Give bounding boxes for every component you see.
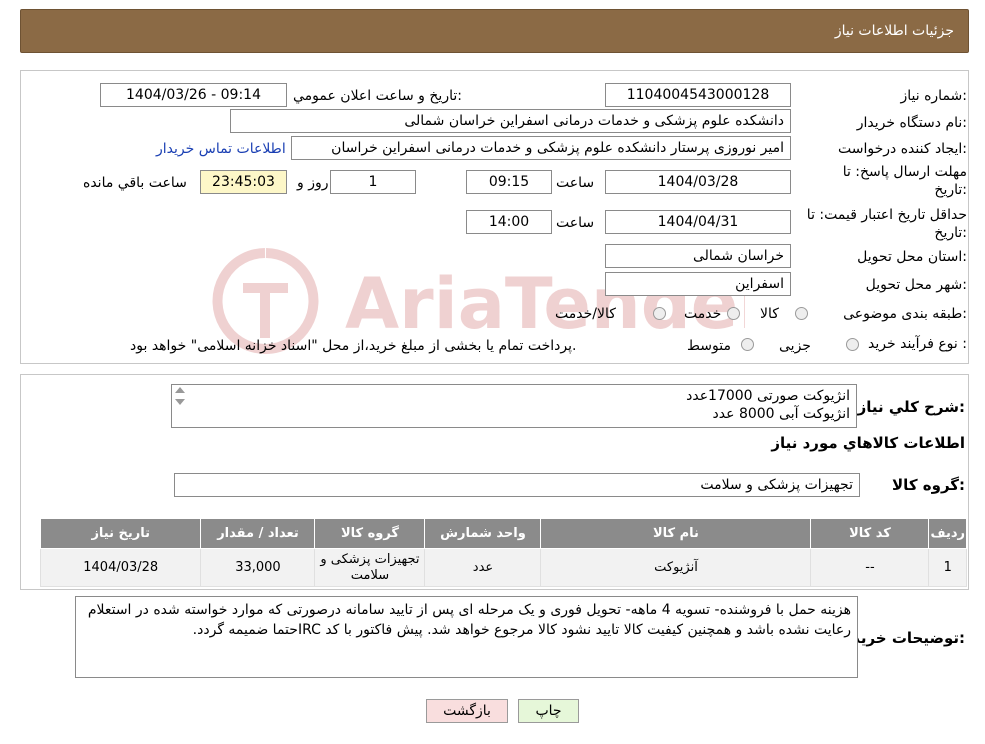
col-name: نام کالا: [540, 518, 812, 549]
category-option-both: کالا/خدمت: [555, 306, 616, 322]
col-date: تاریخ نیاز: [39, 518, 202, 549]
cell-row: 1: [928, 548, 967, 587]
buyer-notes-text: هزینه حمل با فروشنده- تسویه 4 ماهه- تحوی…: [87, 602, 851, 638]
city-field: اسفراین: [605, 272, 791, 296]
summary-scroll-down-icon[interactable]: [175, 399, 185, 405]
province-field: خراسان شمالی: [605, 244, 791, 268]
summary-line-1: انژیوکت صورتی 17000عدد: [686, 388, 850, 404]
deadline-time-field: 09:15: [466, 170, 552, 194]
goods-group-label: گروه کالا:: [892, 476, 965, 494]
col-code: کد کالا: [810, 518, 930, 549]
category-radio-service[interactable]: [727, 307, 740, 320]
process-label: نوع فرآیند خرید :: [868, 336, 967, 352]
summary-label: شرح کلي نیاز:: [857, 398, 965, 416]
cell-qty: 33,000: [200, 548, 316, 587]
deadline-label: مهلت ارسال پاسخ: تا تاریخ:: [842, 164, 967, 198]
page-header: جزئیات اطلاعات نیاز: [20, 9, 969, 53]
cell-unit: عدد: [424, 548, 542, 587]
category-option-service: خدمت: [684, 306, 722, 322]
creator-field: امیر نوروزی پرستار دانشکده علوم پزشکی و …: [291, 136, 791, 160]
announce-label: تاریخ و ساعت اعلان عمومي:: [293, 88, 462, 104]
col-row: ردیف: [928, 518, 967, 549]
col-qty: تعداد / مقدار: [200, 518, 316, 549]
validity-time-label: ساعت: [556, 215, 595, 231]
buyer-notes-textarea[interactable]: هزینه حمل با فروشنده- تسویه 4 ماهه- تحوی…: [75, 596, 858, 678]
cell-name: آنژیوکت: [540, 548, 812, 587]
goods-section-title: اطلاعات کالاهاي مورد نیاز: [771, 434, 965, 452]
process-option-medium: متوسط: [687, 338, 731, 354]
back-button[interactable]: بازگشت: [426, 699, 508, 723]
table-row: 1 -- آنژیوکت عدد تجهیزات پزشکی و سلامت 3…: [39, 548, 967, 587]
need-number-label: شماره نیاز:: [900, 88, 967, 104]
category-option-goods: کالا: [760, 306, 779, 322]
remaining-label: ساعت باقي مانده: [83, 175, 187, 191]
contact-buyer-link[interactable]: اطلاعات تماس خریدار: [156, 140, 286, 158]
need-number-field: 1104004543000128: [605, 83, 791, 107]
creator-label: ایجاد کننده درخواست:: [838, 141, 967, 157]
cell-group: تجهیزات پزشکی و سلامت: [314, 548, 426, 587]
cell-date: 1404/03/28: [39, 548, 202, 587]
category-radio-both[interactable]: [653, 307, 666, 320]
goods-group-field: تجهیزات پزشکی و سلامت: [174, 473, 860, 497]
cell-code: --: [810, 548, 930, 587]
col-unit: واحد شمارش: [424, 518, 542, 549]
summary-line-2: انژیوکت آبی 8000 عدد: [712, 406, 850, 422]
summary-scroll-up-icon[interactable]: [175, 387, 185, 393]
table-header-row: ردیف کد کالا نام کالا واحد شمارش گروه کا…: [39, 518, 967, 549]
col-group: گروه کالا: [314, 518, 426, 549]
process-radio-minor[interactable]: [846, 338, 859, 351]
deadline-date-field: 1404/03/28: [605, 170, 791, 194]
announce-field: 1404/03/26 - 09:14: [100, 83, 287, 107]
process-option-minor: جزیی: [779, 338, 811, 354]
category-label: طبقه بندی موضوعی:: [843, 306, 967, 322]
validity-time-field: 14:00: [466, 210, 552, 234]
deadline-time-label: ساعت: [556, 175, 595, 191]
validity-date-field: 1404/04/31: [605, 210, 791, 234]
process-radio-medium[interactable]: [741, 338, 754, 351]
summary-textarea[interactable]: انژیوکت صورتی 17000عدد انژیوکت آبی 8000 …: [171, 384, 857, 428]
page-title: جزئیات اطلاعات نیاز: [834, 23, 954, 39]
city-label: شهر محل تحویل:: [865, 277, 967, 293]
category-radio-goods[interactable]: [795, 307, 808, 320]
goods-table: ردیف کد کالا نام کالا واحد شمارش گروه کا…: [39, 518, 967, 587]
validity-label: حداقل تاریخ اعتبار قیمت: تا تاریخ:: [806, 207, 967, 241]
province-label: استان محل تحویل:: [857, 249, 967, 265]
buyer-field: دانشکده علوم پزشکی و خدمات درمانی اسفرای…: [230, 109, 791, 133]
day-and-label: روز و: [297, 175, 329, 191]
days-field: 1: [330, 170, 416, 194]
print-button[interactable]: چاپ: [518, 699, 579, 723]
remaining-time-field: 23:45:03: [200, 170, 287, 194]
process-note: پرداخت تمام یا بخشی از مبلغ خرید،از محل …: [130, 338, 577, 354]
buyer-label: نام دستگاه خریدار:: [856, 115, 967, 131]
